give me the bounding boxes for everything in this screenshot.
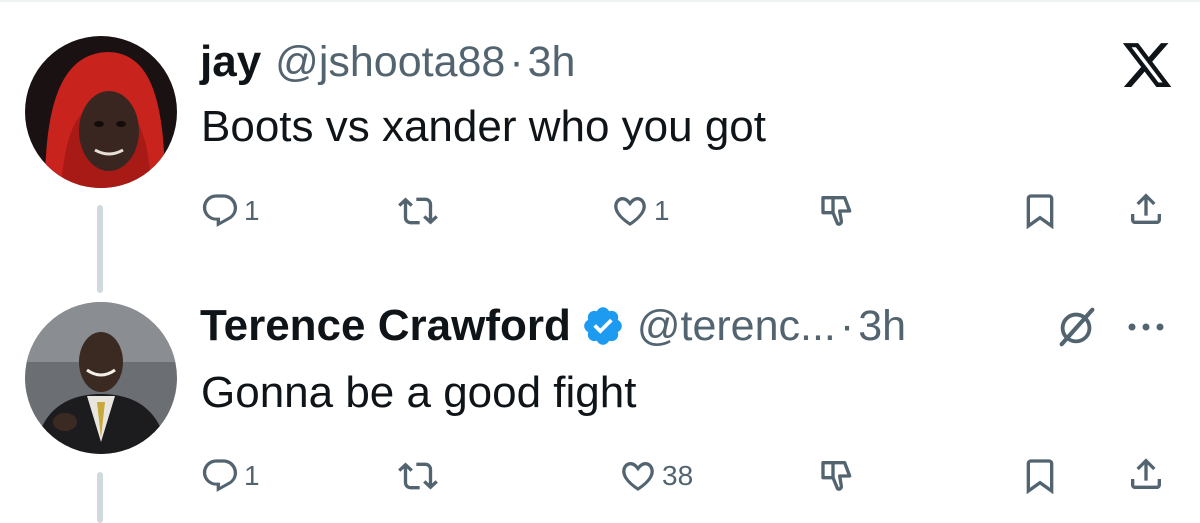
tweet-header: jay @jshoota88 · 3h xyxy=(200,32,575,92)
timestamp[interactable]: 3h xyxy=(528,38,576,87)
reply-button[interactable]: 1 xyxy=(200,456,260,496)
like-count: 38 xyxy=(662,460,694,491)
more-icon[interactable] xyxy=(1124,312,1168,342)
thread-line xyxy=(97,205,103,293)
share-icon xyxy=(1131,458,1161,489)
share-icon xyxy=(1131,193,1161,224)
avatar[interactable] xyxy=(25,36,177,188)
retweet-button[interactable] xyxy=(398,456,438,496)
tweet-header: Terence Crawford @terenc... · 3h xyxy=(200,296,906,356)
grok-icon[interactable] xyxy=(1054,304,1100,350)
tweet-text: Gonna be a good fight xyxy=(201,368,637,417)
heart-icon xyxy=(614,197,646,226)
thumbs-down-icon xyxy=(821,461,852,491)
retweet-icon xyxy=(398,462,438,490)
share-button[interactable] xyxy=(1126,454,1166,494)
heart-icon xyxy=(622,462,654,491)
top-divider xyxy=(0,0,1200,2)
user-handle[interactable]: @terenc... xyxy=(637,302,836,351)
reply-icon xyxy=(202,194,238,227)
tweet-text: Boots vs xander who you got xyxy=(201,102,766,151)
thread-line xyxy=(97,472,103,523)
timestamp[interactable]: 3h xyxy=(858,302,906,351)
downvote-button[interactable] xyxy=(818,456,858,496)
verified-badge-icon xyxy=(584,307,622,345)
avatar[interactable] xyxy=(25,302,177,454)
like-button[interactable]: 1 xyxy=(610,191,670,231)
display-name[interactable]: Terence Crawford xyxy=(200,301,571,351)
retweet-button[interactable] xyxy=(398,191,438,231)
retweet-icon xyxy=(398,197,438,225)
separator-dot: · xyxy=(509,37,524,86)
bookmark-button[interactable] xyxy=(1020,191,1060,231)
reply-button[interactable]: 1 xyxy=(200,191,260,231)
bookmark-icon xyxy=(1026,459,1054,495)
share-button[interactable] xyxy=(1126,189,1166,229)
x-logo-icon[interactable] xyxy=(1120,38,1174,92)
bookmark-button[interactable] xyxy=(1020,456,1060,496)
bookmark-icon xyxy=(1026,194,1054,230)
like-count: 1 xyxy=(654,195,670,226)
reply-icon xyxy=(202,459,238,492)
display-name[interactable]: jay xyxy=(200,37,261,87)
reply-count: 1 xyxy=(244,460,260,491)
thumbs-down-icon xyxy=(821,196,852,226)
reply-count: 1 xyxy=(244,195,260,226)
like-button[interactable]: 38 xyxy=(618,456,693,496)
user-handle[interactable]: @jshoota88 xyxy=(275,38,505,87)
separator-dot: · xyxy=(839,301,855,350)
downvote-button[interactable] xyxy=(818,191,858,231)
